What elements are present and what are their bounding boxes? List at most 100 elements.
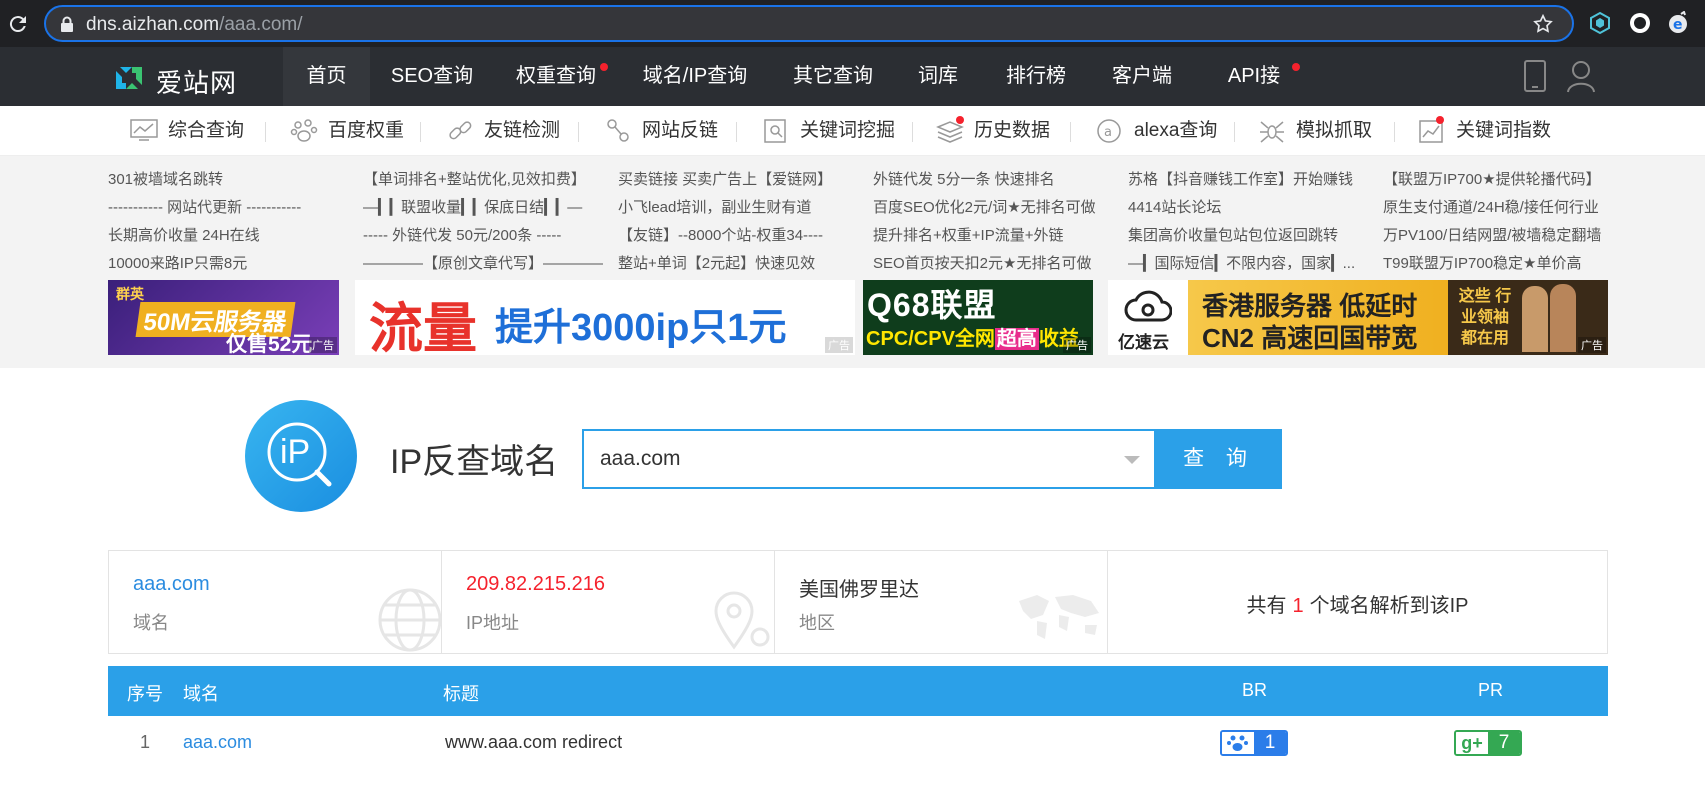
ad-link[interactable]: SEO首页按天扣2元★无排名可做 [873,252,1091,273]
table-row: 1 aaa.com www.aaa.com redirect 1 g+ 7 [108,716,1608,771]
col-num: 序号 [127,684,163,704]
address-bar[interactable]: dns.aizhan.com/aaa.com/ [44,5,1574,42]
ad-link[interactable]: 【友链】--8000个站-权重34---- [618,224,823,245]
col-domain: 域名 [183,684,219,704]
ad-link[interactable]: 万PV100/日结网盟/被墙稳定翻墙 [1383,224,1601,245]
ad-zone: 301被墙域名跳转 ----------- 网站代更新 ----------- … [0,156,1705,368]
ad-link[interactable]: 长期高价收量 24H在线 [108,224,260,245]
pr-badge[interactable]: g+ 7 [1454,730,1522,756]
search-field[interactable] [582,429,1156,489]
subnav-friend-link-label: 友链检测 [484,120,561,141]
total-prefix: 共有 [1246,595,1287,617]
logo-icon [116,67,142,89]
ad-link[interactable]: 10000来路IP只需8元 [108,252,247,273]
info-region-cell: 美国佛罗里达 地区 [775,551,1108,653]
subnav-spider-sim-label: 模拟抓取 [1296,120,1373,141]
nav-api[interactable]: API接口 [1218,47,1290,146]
subnav-backlinks-label: 网站反链 [642,120,719,141]
nav-domain-ip-query[interactable]: 域名/IP查询 [642,47,748,106]
extension-e-icon[interactable]: e [1666,11,1690,35]
browser-toolbar: dns.aizhan.com/aaa.com/ e [0,0,1705,47]
ad-banner-q68[interactable]: Q68联盟 CPC/CPV全网 超高 收益 广告 [863,280,1093,355]
ad-banner-yisu[interactable]: 亿速云 香港服务器 低延时 CN2 高速回国带宽 这些 行业领袖 都在用 广告 [1108,280,1608,355]
ad-link[interactable]: 【单词排名+整站优化,见效扣费】 [363,168,586,189]
spider-icon [1260,121,1284,143]
bookmark-star-icon[interactable] [1532,13,1554,35]
ad-link[interactable]: 集团高价收量包站包位返回跳转 [1128,224,1338,245]
alexa-a-icon: a [1097,119,1121,143]
person-avatar [1522,286,1548,352]
subnav-history-label: 历史数据 [974,120,1051,141]
ad-link[interactable]: 整站+单词【2元起】快速见效 [618,252,815,273]
banner-line1: Q68联盟 [867,287,997,323]
ad-link[interactable]: 外链代发 5分一条 快速排名 [873,168,1055,189]
mobile-icon[interactable] [1520,59,1550,93]
ad-link[interactable]: 【联盟万IP700★提供轮播代码】 [1383,168,1601,189]
row-domain-link[interactable]: aaa.com [183,732,252,753]
banner-price: 仅售52元 [226,333,313,355]
info-domain-cell: aaa.com 域名 [109,551,442,653]
extension-hex-icon[interactable] [1588,11,1612,35]
user-icon[interactable] [1566,59,1596,93]
monitor-chart-icon [130,119,158,141]
ad-link[interactable]: T99联盟万IP700稳定★单价高 [1383,252,1582,273]
banner-line2: CN2 高速回国带宽 [1202,323,1418,353]
lock-icon [61,16,73,32]
ad-link[interactable]: —▎▎联盟收量▎▎保底日结▎▎— [363,196,582,217]
ad-link[interactable]: 买卖链接 买卖广告上【爱链网】 [618,168,832,189]
nav-client[interactable]: 客户端 [1111,47,1173,106]
divider [736,122,737,142]
banner-highlight: 超高 [994,328,1039,350]
ad-link[interactable]: 小飞lead培训，副业生财有道 [618,196,811,217]
subnav-keyword-index-label: 关键词指数 [1456,120,1552,141]
ad-link[interactable]: ----- 外链代发 50元/200条 ----- [363,224,561,245]
divider [1070,122,1071,142]
nav-weight-query[interactable]: 权重查询 [516,47,596,106]
divider [1394,122,1395,142]
subnav-alexa-label: alexa查询 [1134,120,1218,141]
ad-banner-traffic[interactable]: 流量 提升3000ip只1元 广告 [355,280,855,355]
ad-link[interactable]: 原生支付通道/24H稳/接任何行业 [1383,196,1599,217]
nav-seo-query[interactable]: SEO查询 [386,47,478,106]
info-ip-value: 209.82.215.216 [466,573,606,595]
globe-icon [378,588,442,652]
ad-banner-cloud-server[interactable]: 群英 50M云服务器 仅售52元 广告 [108,280,339,355]
ad-link[interactable]: 百度SEO优化2元/词★无排名可做 [873,196,1096,217]
backlink-icon [607,119,629,142]
dropdown-caret-icon[interactable] [1124,456,1140,464]
ad-tag: 广告 [1063,337,1091,353]
nav-other-query[interactable]: 其它查询 [792,47,874,106]
ad-link[interactable]: —▎国际短信▎不限内容，国家▎... [1128,252,1355,273]
ad-link[interactable]: 提升排名+权重+IP流量+外链 [873,224,1063,245]
search-input[interactable] [600,445,1090,473]
info-domain-label: 域名 [133,613,169,633]
main-navbar: 爱站网 首页 SEO查询 权重查询 域名/IP查询 其它查询 词库 排行榜 客户… [0,47,1705,146]
search-button[interactable]: 查 询 [1156,429,1282,489]
banner-rest: 提升3000ip只1元 [495,307,787,349]
br-badge[interactable]: 1 [1220,730,1288,756]
nav-lexicon[interactable]: 词库 [916,47,960,106]
divider [1234,122,1235,142]
total-suffix: 个域名解析到该IP [1309,595,1469,617]
subnav-history-badge [956,116,964,124]
ad-link[interactable]: ————【原创文章代写】———— [363,252,603,273]
nav-home[interactable]: 首页 [283,47,370,106]
info-region-value: 美国佛罗里达 [799,579,919,601]
reload-icon[interactable] [6,12,30,36]
link-chain-icon [449,121,472,140]
ad-link[interactable]: 苏格【抖音赚钱工作室】开始赚钱 [1128,168,1353,189]
ad-link[interactable]: 301被墙域名跳转 [108,168,223,189]
info-domain-value[interactable]: aaa.com [133,573,210,596]
baidu-paw-icon [1222,732,1254,754]
ad-link[interactable]: 4414站长论坛 [1128,196,1221,217]
info-total-cell: 共有 1 个域名解析到该IP [1108,551,1607,653]
extension-circle-icon[interactable] [1628,11,1652,35]
nav-ranking[interactable]: 排行榜 [1005,47,1067,106]
site-logo[interactable]: 爱站网 [112,57,252,98]
banner-brand: 亿速云 [1118,333,1169,352]
info-ip-label: IP地址 [466,613,520,633]
divider [420,122,421,142]
ad-link[interactable]: ----------- 网站代更新 ----------- [108,196,301,217]
yisu-cloud-icon [1124,290,1172,322]
col-br: BR [1242,680,1268,700]
